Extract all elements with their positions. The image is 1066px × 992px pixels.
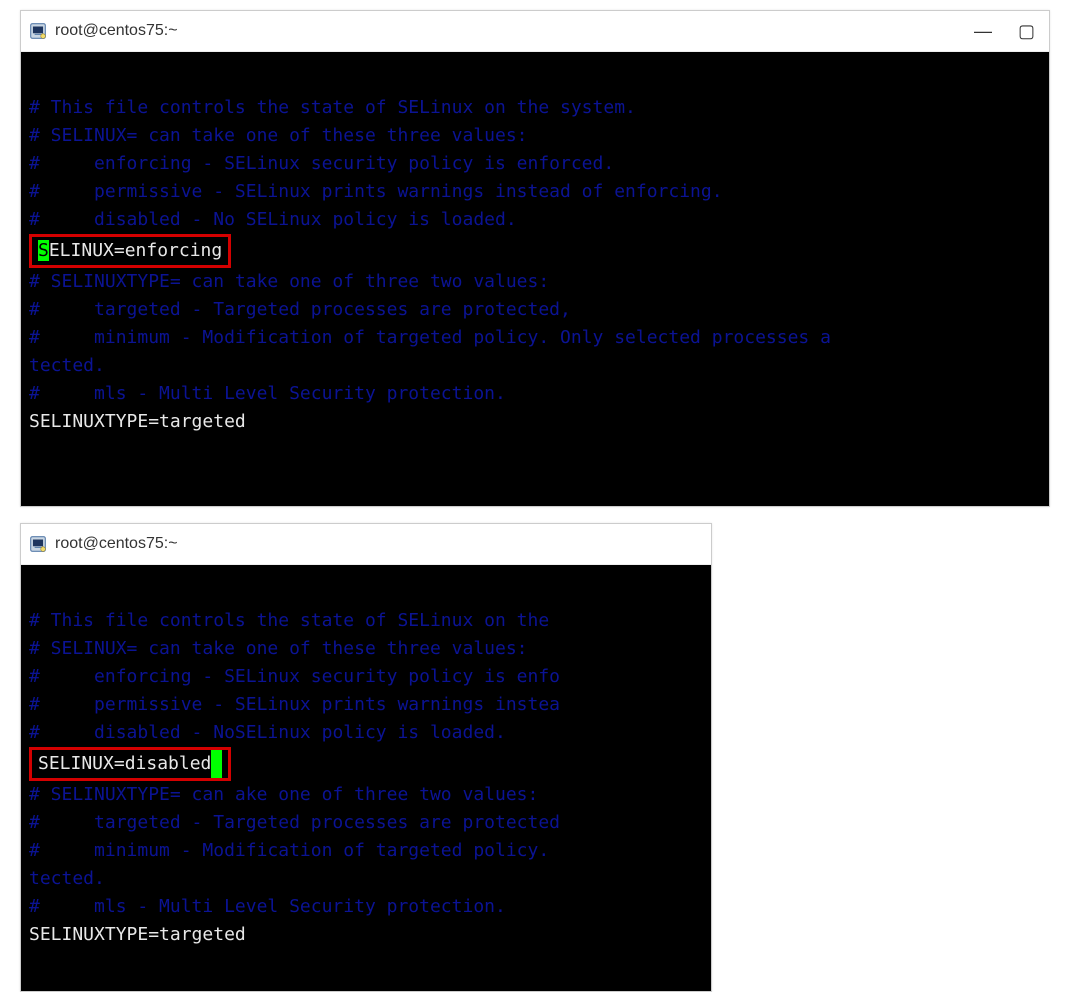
comment-line: # disabled - NoSELinux policy is loaded. — [29, 722, 506, 743]
cursor — [211, 750, 222, 778]
comment-line: # SELINUX= can take one of these three v… — [29, 638, 528, 659]
cursor: S — [38, 240, 49, 261]
app-icon — [29, 22, 47, 40]
comment-line: # mls - Multi Level Security protection. — [29, 383, 506, 404]
comment-line: # minimum - Modification of targeted pol… — [29, 840, 560, 861]
selinuxtype-line: SELINUXTYPE=targeted — [29, 411, 246, 432]
window-title: root@centos75:~ — [55, 22, 178, 40]
selinux-setting-highlight: SELINUX=enforcing — [29, 234, 231, 268]
terminal-body-2[interactable]: # This file controls the state of SELinu… — [21, 565, 711, 991]
comment-line: # enforcing - SELinux security policy is… — [29, 153, 614, 174]
comment-line: # disabled - No SELinux policy is loaded… — [29, 209, 517, 230]
selinux-setting-highlight: SELINUX=disabled — [29, 747, 231, 781]
comment-line: # SELINUXTYPE= can take one of three two… — [29, 271, 549, 292]
comment-line: # minimum - Modification of targeted pol… — [29, 327, 831, 348]
comment-line: # SELINUX= can take one of these three v… — [29, 125, 528, 146]
comment-line: # enforcing - SELinux security policy is… — [29, 666, 560, 687]
minimize-button[interactable]: — — [974, 22, 992, 40]
titlebar-2[interactable]: root@centos75:~ — [21, 524, 711, 565]
selinux-value: SELINUX=disabled — [38, 753, 211, 774]
window-controls: — ▢ — [974, 22, 1041, 40]
window-title: root@centos75:~ — [55, 535, 178, 553]
terminal-window-1: root@centos75:~ — ▢ # This file controls… — [20, 10, 1050, 507]
titlebar-1[interactable]: root@centos75:~ — ▢ — [21, 11, 1049, 52]
comment-line: # This file controls the state of SELinu… — [29, 610, 560, 631]
comment-line: # This file controls the state of SELinu… — [29, 97, 636, 118]
app-icon — [29, 535, 47, 553]
comment-line: # permissive - SELinux prints warnings i… — [29, 181, 723, 202]
selinuxtype-line: SELINUXTYPE=targeted — [29, 924, 246, 945]
selinux-value: ELINUX=enforcing — [49, 240, 222, 261]
terminal-window-2: root@centos75:~ # This file controls the… — [20, 523, 712, 992]
comment-line: # SELINUXTYPE= can ake one of three two … — [29, 784, 538, 805]
maximize-button[interactable]: ▢ — [1018, 22, 1035, 40]
comment-line: tected. — [29, 868, 105, 889]
terminal-body-1[interactable]: # This file controls the state of SELinu… — [21, 52, 1049, 506]
comment-line: # permissive - SELinux prints warnings i… — [29, 694, 560, 715]
comment-line: tected. — [29, 355, 105, 376]
comment-line: # mls - Multi Level Security protection. — [29, 896, 506, 917]
comment-line: # targeted - Targeted processes are prot… — [29, 299, 571, 320]
comment-line: # targeted - Targeted processes are prot… — [29, 812, 560, 833]
